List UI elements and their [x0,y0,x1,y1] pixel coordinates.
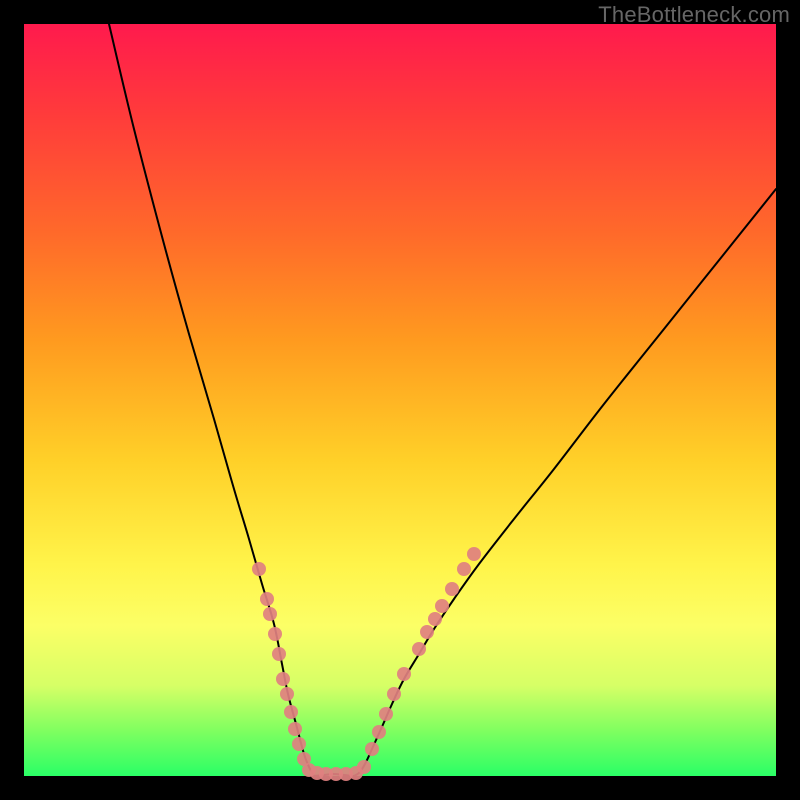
highlight-dot [252,562,266,576]
highlight-dot [457,562,471,576]
highlight-dot [428,612,442,626]
highlight-dot [420,625,434,639]
left-curve [109,24,314,776]
highlight-dot [260,592,274,606]
highlight-dot [435,599,449,613]
highlight-dot [387,687,401,701]
highlight-dot [284,705,298,719]
chart-svg [24,24,776,776]
highlight-dot [379,707,393,721]
highlight-dot [467,547,481,561]
highlight-dot [412,642,426,656]
highlight-dot [357,760,371,774]
highlight-dot [272,647,286,661]
highlight-dot [397,667,411,681]
highlight-dot [276,672,290,686]
highlight-dot [372,725,386,739]
highlight-dot [288,722,302,736]
chart-plot-area [24,24,776,776]
highlight-dot [280,687,294,701]
highlight-dot [365,742,379,756]
watermark-text: TheBottleneck.com [598,2,790,28]
highlight-dot [445,582,459,596]
highlight-dots-group [252,547,481,781]
highlight-dot [292,737,306,751]
highlight-dot [263,607,277,621]
right-curve [354,189,776,776]
highlight-dot [268,627,282,641]
